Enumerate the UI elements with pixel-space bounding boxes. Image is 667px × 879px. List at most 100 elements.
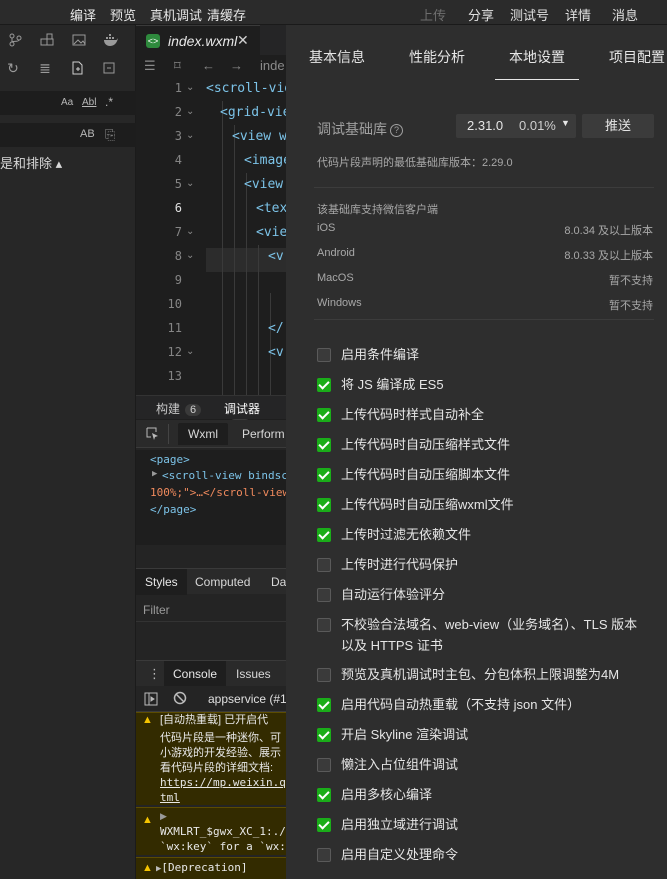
include-exclude-toggle[interactable]: 是和排除 ▴ [0,153,62,172]
option-checkbox[interactable] [317,498,331,512]
option-checkbox[interactable] [317,698,331,712]
clear-cache-button[interactable]: 清缓存 [207,5,246,24]
option-label[interactable]: 启用独立域进行调试 [341,814,641,835]
preview-button[interactable]: 预览 [110,5,136,24]
replace-all-icon[interactable]: ⎘ [105,127,115,143]
fold-chevron-icon[interactable]: ⌄ [186,226,198,237]
inspect-element-icon[interactable] [146,427,160,444]
tab-wxml[interactable]: Wxml [178,423,228,445]
option-label[interactable]: 上传代码时样式自动补全 [341,404,641,425]
tab-local-settings[interactable]: 本地设置 [495,47,579,80]
tab-basic-info[interactable]: 基本信息 [309,47,365,67]
test-account-button[interactable]: 测试号 [510,5,549,24]
option-checkbox[interactable] [317,588,331,602]
option-checkbox[interactable] [317,848,331,862]
option-label[interactable]: 预览及真机调试时主包、分包体积上限调整为4M [341,664,641,685]
option-label[interactable]: 启用条件编译 [341,344,641,365]
option-checkbox[interactable] [317,348,331,362]
styles-filter-input[interactable]: Filter [136,598,286,622]
close-icon[interactable]: ✕ [237,32,249,49]
option-checkbox[interactable] [317,378,331,392]
tab-project-config[interactable]: 项目配置 [609,47,665,67]
extensions-icon[interactable] [38,31,56,49]
option-label[interactable]: 启用自定义处理命令 [341,844,641,865]
help-icon[interactable]: ? [390,124,403,137]
sidebar-toggle-icon[interactable] [144,692,158,709]
base-library-select[interactable]: 2.31.0 0.01% ▼ [456,114,576,138]
regex-toggle[interactable]: .* [105,95,113,109]
option-label[interactable]: 不校验合法域名、web-view（业务域名）、TLS 版本以及 HTTPS 证书 [341,614,641,656]
preserve-case-toggle[interactable]: AB [80,128,95,140]
tab-performance-analysis[interactable]: 性能分析 [409,47,465,67]
search-input[interactable]: Aa Abl .* [0,91,136,115]
more-options-icon[interactable]: ⋮ [148,666,161,682]
tab-issues[interactable]: Issues [236,667,271,681]
fold-chevron-icon[interactable]: ⌄ [186,106,198,117]
upload-button[interactable]: 上传 [420,5,446,24]
context-selector[interactable]: appservice (#1 [208,692,287,706]
log-link[interactable]: https://mp.weixin.q [160,776,286,789]
fold-chevron-icon[interactable]: ⌄ [186,346,198,357]
option-label[interactable]: 上传时过滤无依赖文件 [341,524,641,545]
option-checkbox[interactable] [317,618,331,632]
new-file-icon[interactable] [68,59,86,77]
tab-computed[interactable]: Computed [195,575,250,589]
tab-styles[interactable]: Styles [136,569,187,595]
source-control-icon[interactable] [6,31,24,49]
option-checkbox[interactable] [317,758,331,772]
clear-console-icon[interactable] [173,691,187,708]
tab-build[interactable]: 构建 6 [156,400,202,417]
option-label[interactable]: 上传时进行代码保护 [341,554,641,575]
whole-word-toggle[interactable]: Abl [82,97,96,108]
option-checkbox[interactable] [317,818,331,832]
collapse-all-icon[interactable] [100,59,118,77]
option-checkbox[interactable] [317,468,331,482]
compile-button[interactable]: 编译 [70,5,96,24]
option-checkbox[interactable] [317,728,331,742]
fold-chevron-icon[interactable]: ⌄ [186,82,198,93]
option-label[interactable]: 自动运行体验评分 [341,584,641,605]
messages-button[interactable]: 消息 [612,5,638,24]
tab-index-wxml[interactable]: <> index.wxml ✕ [136,25,260,55]
option-label[interactable]: 启用代码自动热重载（不支持 json 文件） [341,694,641,715]
share-button[interactable]: 分享 [468,5,494,24]
option-label[interactable]: 上传代码时自动压缩样式文件 [341,434,641,455]
breadcrumb-file[interactable]: inde [260,58,285,73]
expand-triangle-icon[interactable]: ▶ [152,469,157,479]
fold-chevron-icon[interactable]: ⌄ [186,250,198,261]
clear-results-icon[interactable]: ≣ [36,59,54,77]
option-checkbox[interactable] [317,528,331,542]
option-label[interactable]: 上传代码时自动压缩脚本文件 [341,464,641,485]
back-arrow-icon[interactable]: ← [202,58,215,73]
xml-node-attr[interactable]: 100%;">…</scroll-view [150,486,289,499]
option-checkbox[interactable] [317,408,331,422]
option-checkbox[interactable] [317,438,331,452]
push-button[interactable]: 推送 [582,114,654,138]
replace-input[interactable]: AB ⎘ [0,123,136,147]
option-label[interactable]: 懒注入占位组件调试 [341,754,641,775]
option-label[interactable]: 开启 Skyline 渲染调试 [341,724,641,745]
refresh-icon[interactable]: ↻ [4,59,22,77]
option-checkbox[interactable] [317,558,331,572]
remote-debug-button[interactable]: 真机调试 [150,5,202,24]
code-area[interactable]: 1 2 3 4 5 6 7 8 9 10 11 12 13 ⌄ ⌄ ⌄ ⌄ ⌄ … [136,77,300,395]
tab-dataset[interactable]: Da [271,575,286,589]
tab-performance[interactable]: Perform [242,427,285,441]
image-icon[interactable] [70,31,88,49]
tab-console[interactable]: Console [164,661,227,687]
xml-node[interactable]: <page> [150,453,190,466]
fold-chevron-icon[interactable]: ⌄ [186,178,198,189]
fold-chevron-icon[interactable]: ⌄ [186,130,198,141]
xml-node[interactable]: <scroll-view bindsc [162,469,288,482]
details-button[interactable]: 详情 [565,5,591,24]
expand-triangle-icon[interactable]: ▶ [160,811,167,822]
match-case-toggle[interactable]: Aa [61,97,73,108]
forward-arrow-icon[interactable]: → [230,58,243,73]
option-label[interactable]: 将 JS 编译成 ES5 [341,374,641,395]
outline-icon[interactable]: ☰ [144,58,156,74]
bookmark-icon[interactable]: ⌑ [174,58,181,74]
option-label[interactable]: 上传代码时自动压缩wxml文件 [341,494,641,515]
docker-icon[interactable] [102,31,120,49]
option-checkbox[interactable] [317,788,331,802]
option-label[interactable]: 启用多核心编译 [341,784,641,805]
